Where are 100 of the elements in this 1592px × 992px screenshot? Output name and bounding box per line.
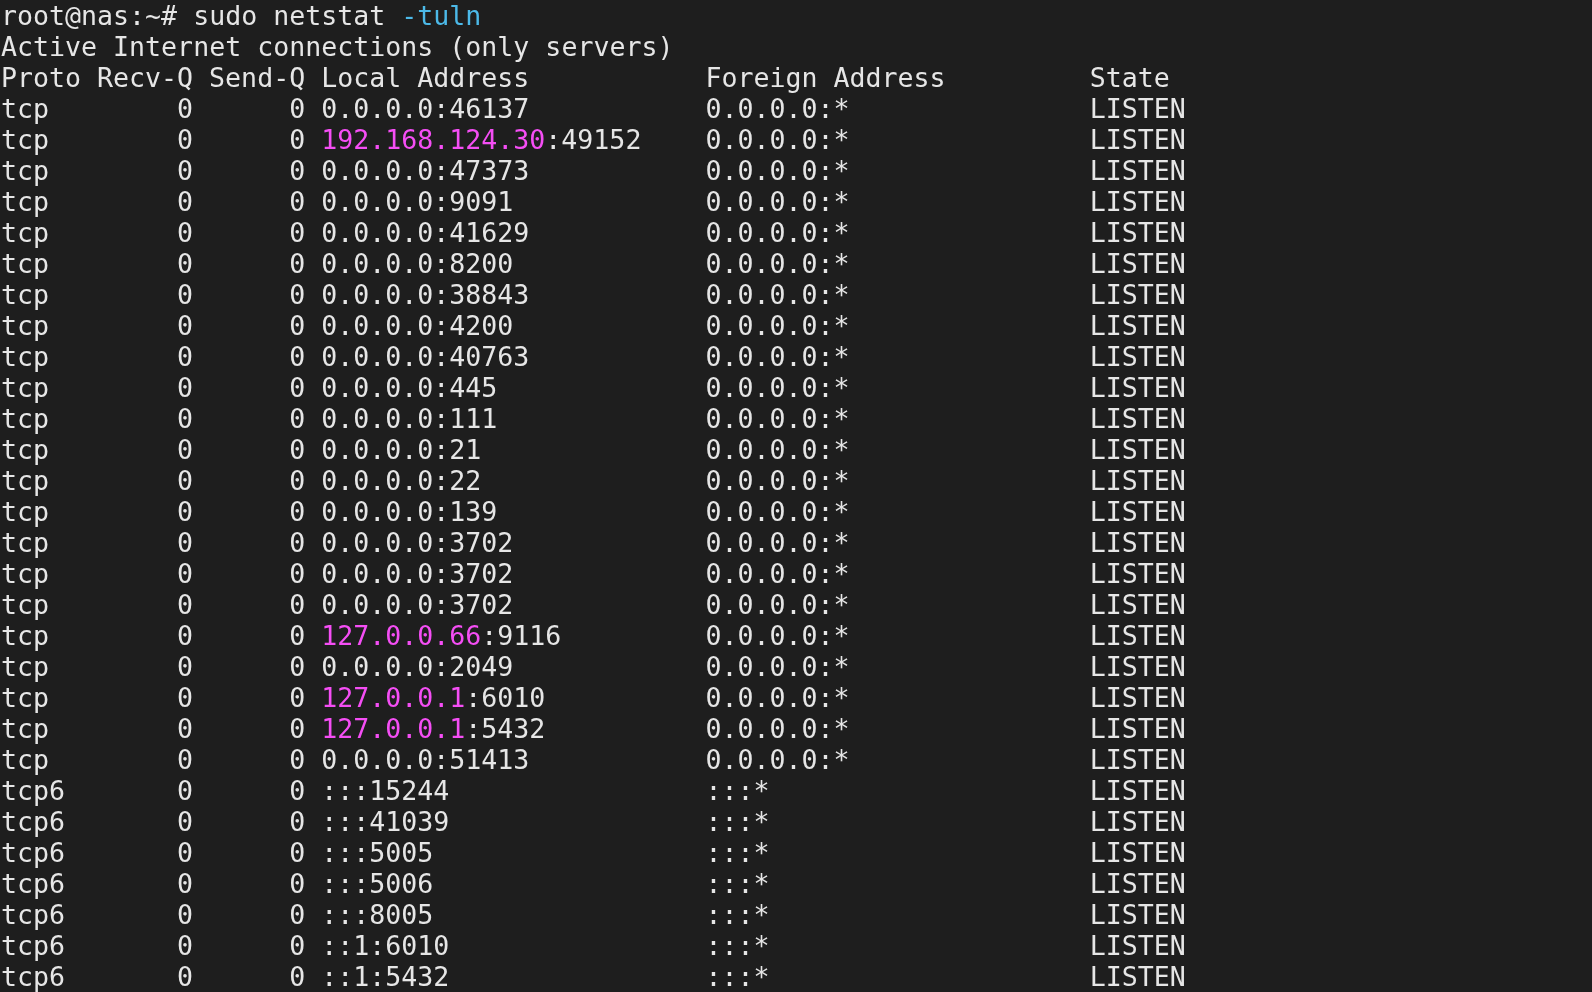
state-cell: LISTEN [1089,868,1186,899]
local-address-cell: :::8005 [321,899,434,930]
recv-q-cell: 0 [177,93,194,124]
local-address-cell: 0.0.0.0:139 [321,496,498,527]
state-cell: LISTEN [1089,93,1186,124]
state-cell: LISTEN [1089,372,1186,403]
foreign-address-cell: 0.0.0.0:* [705,341,850,372]
command-text: sudo netstat [193,0,386,31]
send-q-cell: 0 [289,465,306,496]
local-address-cell: 0.0.0.0:21 [321,434,482,465]
foreign-address-cell: 0.0.0.0:* [705,434,850,465]
send-q-cell: 0 [289,124,306,155]
recv-q-cell: 0 [177,496,194,527]
local-address-cell: 192.168.124.30:49152 [321,124,642,155]
send-q-cell: 0 [289,868,306,899]
send-q-cell: 0 [289,341,306,372]
send-q-cell: 0 [289,496,306,527]
state-cell: LISTEN [1089,124,1186,155]
state-cell: LISTEN [1089,589,1186,620]
send-q-cell: 0 [289,527,306,558]
send-q-cell: 0 [289,837,306,868]
proto-cell: tcp [1,155,50,186]
send-q-cell: 0 [289,248,306,279]
state-cell: LISTEN [1089,620,1186,651]
foreign-address-cell: 0.0.0.0:* [705,93,850,124]
shell-prompt: root@nas:~# [1,0,178,31]
send-q-cell: 0 [289,899,306,930]
foreign-address-cell: 0.0.0.0:* [705,186,850,217]
recv-q-cell: 0 [177,403,194,434]
send-q-cell: 0 [289,961,306,992]
proto-cell: tcp [1,279,50,310]
proto-cell: tcp [1,589,50,620]
foreign-address-cell: 0.0.0.0:* [705,589,850,620]
recv-q-cell: 0 [177,930,194,961]
proto-cell: tcp [1,465,50,496]
local-address-cell: :::5006 [321,868,434,899]
proto-cell: tcp6 [1,868,66,899]
local-address-cell: 0.0.0.0:47373 [321,155,530,186]
state-cell: LISTEN [1089,279,1186,310]
foreign-address-cell: :::* [705,837,770,868]
recv-q-cell: 0 [177,341,194,372]
proto-cell: tcp6 [1,930,66,961]
foreign-address-cell: 0.0.0.0:* [705,713,850,744]
state-cell: LISTEN [1089,806,1186,837]
foreign-address-cell: 0.0.0.0:* [705,651,850,682]
local-address-cell: 0.0.0.0:3702 [321,527,514,558]
state-cell: LISTEN [1089,496,1186,527]
proto-cell: tcp [1,93,50,124]
recv-q-cell: 0 [177,124,194,155]
local-address-cell: 0.0.0.0:9091 [321,186,514,217]
send-q-cell: 0 [289,372,306,403]
send-q-cell: 0 [289,403,306,434]
proto-cell: tcp [1,682,50,713]
proto-cell: tcp [1,217,50,248]
local-address-cell: 0.0.0.0:111 [321,403,498,434]
local-address-cell: 0.0.0.0:3702 [321,589,514,620]
recv-q-cell: 0 [177,558,194,589]
foreign-address-cell: :::* [705,868,770,899]
send-q-cell: 0 [289,930,306,961]
column-header: Send-Q [209,62,306,93]
state-cell: LISTEN [1089,930,1186,961]
local-address-cell: 0.0.0.0:445 [321,372,498,403]
recv-q-cell: 0 [177,806,194,837]
state-cell: LISTEN [1089,899,1186,930]
proto-cell: tcp6 [1,961,66,992]
state-cell: LISTEN [1089,186,1186,217]
state-cell: LISTEN [1089,961,1186,992]
local-address-cell: 0.0.0.0:40763 [321,341,530,372]
send-q-cell: 0 [289,682,306,713]
state-cell: LISTEN [1089,341,1186,372]
column-header: Foreign Address [705,62,946,93]
state-cell: LISTEN [1089,558,1186,589]
state-cell: LISTEN [1089,651,1186,682]
recv-q-cell: 0 [177,186,194,217]
send-q-cell: 0 [289,434,306,465]
local-address-cell: 127.0.0.1:6010 [321,682,546,713]
foreign-address-cell: 0.0.0.0:* [705,465,850,496]
recv-q-cell: 0 [177,217,194,248]
recv-q-cell: 0 [177,527,194,558]
state-cell: LISTEN [1089,682,1186,713]
proto-cell: tcp [1,186,50,217]
proto-cell: tcp [1,527,50,558]
recv-q-cell: 0 [177,899,194,930]
send-q-cell: 0 [289,744,306,775]
proto-cell: tcp [1,124,50,155]
recv-q-cell: 0 [177,682,194,713]
send-q-cell: 0 [289,713,306,744]
recv-q-cell: 0 [177,465,194,496]
send-q-cell: 0 [289,310,306,341]
local-address-cell: 0.0.0.0:38843 [321,279,530,310]
state-cell: LISTEN [1089,403,1186,434]
state-cell: LISTEN [1089,248,1186,279]
foreign-address-cell: 0.0.0.0:* [705,620,850,651]
send-q-cell: 0 [289,93,306,124]
foreign-address-cell: 0.0.0.0:* [705,527,850,558]
recv-q-cell: 0 [177,155,194,186]
proto-cell: tcp [1,620,50,651]
proto-cell: tcp [1,558,50,589]
local-address-cell: :::15244 [321,775,450,806]
local-address-cell: :::41039 [321,806,450,837]
